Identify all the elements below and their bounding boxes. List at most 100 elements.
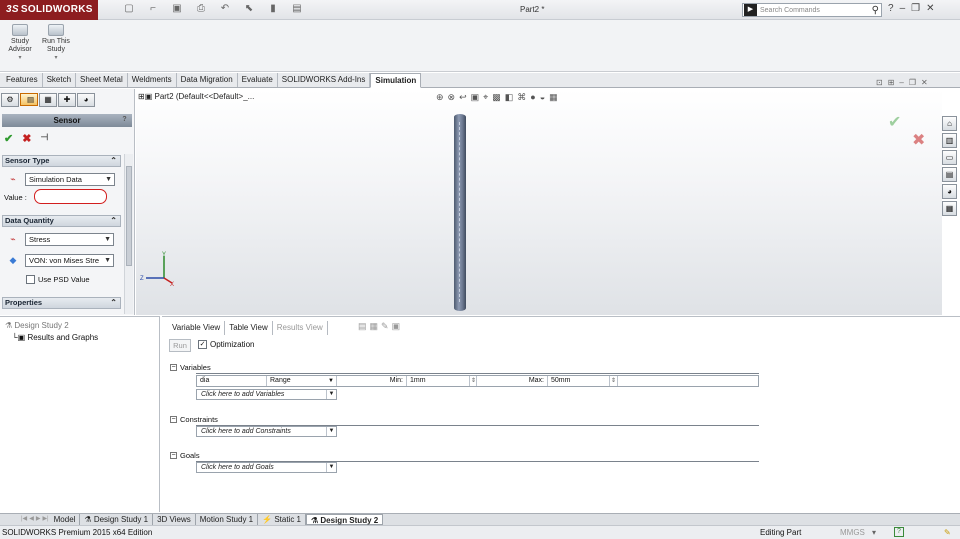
tab-addins[interactable]: SOLIDWORKS Add-Ins: [278, 73, 371, 87]
tab-design-study-1[interactable]: ⚗ Design Study 1: [80, 514, 154, 525]
property-manager-icon[interactable]: ▤: [20, 93, 38, 106]
close-icon[interactable]: ✕: [926, 3, 934, 14]
graphics-area[interactable]: [136, 89, 942, 315]
table-icon[interactable]: ▤: [358, 321, 367, 332]
zoom-to-fit-icon[interactable]: ⊕: [436, 92, 444, 103]
collapse-icon[interactable]: −: [170, 416, 177, 423]
goals-group[interactable]: − Goals: [170, 451, 200, 460]
value-field[interactable]: [34, 189, 107, 204]
properties-section[interactable]: Properties ⌃: [2, 297, 121, 309]
view-palette-icon[interactable]: ▤: [942, 167, 957, 182]
collapse-icon[interactable]: −: [170, 452, 177, 459]
tab-sketch[interactable]: Sketch: [43, 73, 77, 87]
tab-variable-view[interactable]: Variable View: [168, 321, 226, 335]
appearances-icon[interactable]: ◕: [942, 184, 957, 199]
quantity-select[interactable]: Stress ▼: [25, 233, 114, 246]
add-variables-row[interactable]: Click here to add Variables ▼: [196, 389, 337, 400]
psd-checkbox[interactable]: [26, 275, 35, 284]
variable-type[interactable]: Range ▼: [267, 376, 337, 386]
run-study-button[interactable]: Run This Study ▾: [38, 24, 74, 62]
help-icon[interactable]: ?: [888, 3, 894, 14]
tab-static-1[interactable]: ⚡ Static 1: [258, 514, 306, 525]
optimization-checkbox[interactable]: ✓: [198, 340, 207, 349]
minimize-icon[interactable]: –: [900, 3, 906, 14]
tab-motion-study-1[interactable]: Motion Study 1: [196, 514, 259, 525]
run-button[interactable]: Run: [169, 339, 191, 352]
cascade-icon[interactable]: ⊞: [888, 78, 895, 87]
cancel-icon[interactable]: ✖: [912, 130, 925, 150]
feature-tree-flyout[interactable]: ⊞▣ Part2 (Default<<Default>_...: [138, 92, 254, 101]
print-icon[interactable]: ⎙: [192, 3, 210, 17]
sensor-type-section[interactable]: Sensor Type ⌃: [2, 155, 121, 167]
collapse-icon[interactable]: −: [170, 364, 177, 371]
results-graphs-node[interactable]: └▣ Results and Graphs: [12, 333, 98, 342]
restore-doc-icon[interactable]: ❐: [909, 78, 916, 87]
units-menu-icon[interactable]: ▾: [872, 526, 876, 539]
constraints-group[interactable]: − Constraints: [170, 415, 218, 424]
cancel-icon[interactable]: ✖: [22, 132, 31, 145]
sensor-type-select[interactable]: Simulation Data ▼: [25, 173, 115, 186]
options-icon[interactable]: ▤: [288, 3, 306, 17]
collapse-icon[interactable]: ⌃: [110, 156, 117, 166]
display-manager-icon[interactable]: ◕: [77, 93, 95, 107]
variable-row[interactable]: dia Range ▼ Min: 1mm ⇕ Max: 50mm ⇕: [196, 375, 759, 387]
tab-design-study-2[interactable]: ⚗ Design Study 2: [306, 514, 384, 525]
file-explorer-icon[interactable]: ▭: [942, 150, 957, 165]
resources-icon[interactable]: ⌂: [942, 116, 957, 131]
design-library-icon[interactable]: ▥: [942, 133, 957, 148]
scroll-thumb[interactable]: [126, 166, 132, 266]
first-tab-icon[interactable]: |◀: [20, 514, 28, 525]
dimxpert-icon[interactable]: ✚: [58, 93, 76, 107]
hide-show-icon[interactable]: ⌘: [517, 92, 526, 103]
close-doc-icon[interactable]: ✕: [921, 78, 928, 87]
search-commands[interactable]: ▶ Search Commands ⚲: [742, 3, 882, 17]
section-view-icon[interactable]: ▣: [471, 92, 480, 103]
configuration-manager-icon[interactable]: ▦: [39, 93, 57, 107]
tab-evaluate[interactable]: Evaluate: [238, 73, 278, 87]
zoom-area-icon[interactable]: ⊗: [448, 92, 456, 103]
tab-weldments[interactable]: Weldments: [128, 73, 177, 87]
view-orientation-icon[interactable]: ▩: [492, 92, 501, 103]
tab-table-view[interactable]: Table View: [225, 321, 273, 335]
help-icon[interactable]: ?: [120, 115, 129, 125]
ok-icon[interactable]: ✔: [888, 112, 925, 132]
design-study-root[interactable]: ⚗ Design Study 2: [5, 321, 69, 330]
scene-icon[interactable]: ◒: [540, 92, 545, 103]
units-text[interactable]: MMGS: [840, 526, 865, 539]
open-file-icon[interactable]: ⌐: [144, 3, 162, 17]
tab-results-view[interactable]: Results View: [273, 321, 328, 335]
tab-features[interactable]: Features: [2, 73, 43, 87]
restore-icon[interactable]: ❐: [911, 3, 920, 14]
custom-properties-icon[interactable]: ▦: [942, 201, 957, 216]
dynamic-annotation-icon[interactable]: ⌖: [483, 92, 488, 103]
min-spinner[interactable]: ⇕: [469, 376, 477, 386]
previous-view-icon[interactable]: ↩: [459, 92, 467, 103]
rebuild-icon[interactable]: ▮: [264, 3, 282, 17]
tab-sheet-metal[interactable]: Sheet Metal: [76, 73, 128, 87]
pushpin-icon[interactable]: ⊣: [40, 132, 48, 145]
solidworks-logo[interactable]: 3S SOLIDWORKS: [0, 0, 98, 20]
chart-icon[interactable]: ▦: [370, 321, 379, 332]
collapse-icon[interactable]: ⌃: [110, 298, 117, 308]
edit-appearance-icon[interactable]: ●: [530, 92, 535, 103]
new-file-icon[interactable]: ▢: [120, 3, 138, 17]
search-icon[interactable]: ⚲: [872, 5, 881, 16]
view-settings-icon[interactable]: ▦: [549, 92, 558, 103]
feature-manager-icon[interactable]: ⚙: [1, 93, 19, 107]
collapse-icon[interactable]: ⌃: [110, 216, 117, 226]
tab-model[interactable]: Model: [50, 514, 81, 525]
edit-icon[interactable]: ✎: [381, 321, 389, 332]
next-tab-icon[interactable]: ▶: [35, 514, 42, 525]
last-tab-icon[interactable]: ▶|: [41, 514, 49, 525]
help-icon[interactable]: ?: [894, 527, 904, 537]
add-goals-row[interactable]: Click here to add Goals ▼: [196, 462, 337, 473]
optimization-option[interactable]: ✓ Optimization: [198, 340, 254, 349]
save-icon[interactable]: ▣: [168, 3, 186, 17]
tab-data-migration[interactable]: Data Migration: [177, 73, 238, 87]
select-icon[interactable]: ⬉: [240, 3, 258, 17]
tab-simulation[interactable]: Simulation: [370, 73, 422, 88]
column-model[interactable]: [454, 114, 466, 311]
psd-option[interactable]: Use PSD Value: [26, 275, 90, 284]
minimize-doc-icon[interactable]: –: [899, 78, 903, 87]
variable-name[interactable]: dia: [197, 376, 267, 386]
